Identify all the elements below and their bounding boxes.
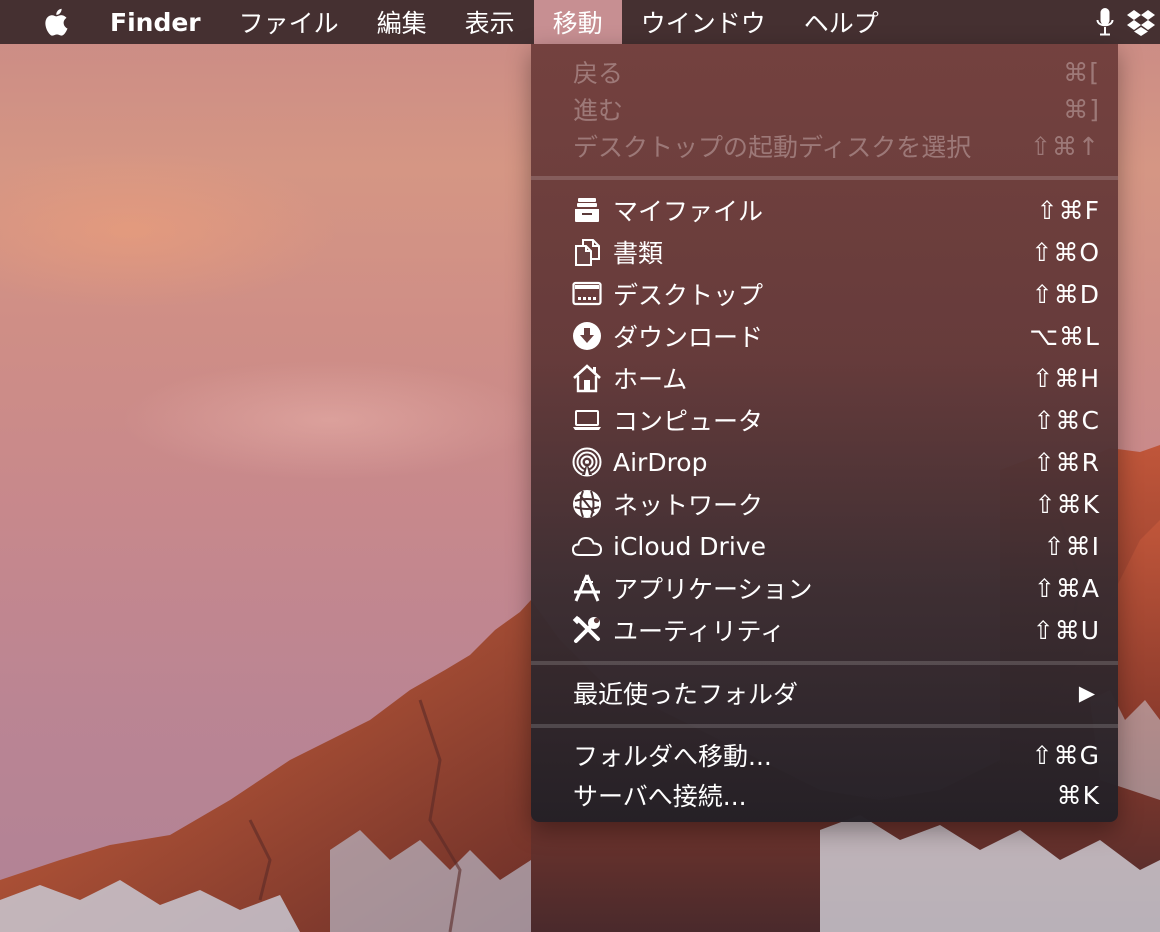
menu-item-label: 戻る	[573, 59, 624, 88]
menu-item-connect-to-server[interactable]: サーバへ接続... ⌘K	[531, 775, 1118, 815]
microphone-icon[interactable]	[1084, 0, 1126, 44]
menu-window[interactable]: ウインドウ	[622, 0, 785, 44]
menu-item-network[interactable]: ネットワーク ⇧⌘K	[531, 484, 1118, 524]
menu-item-shortcut: ⇧⌘H	[1032, 363, 1100, 393]
applications-icon	[571, 573, 603, 603]
icloud-icon	[571, 531, 603, 561]
menu-item-shortcut: ⇧⌘F	[1036, 195, 1100, 225]
menu-item-shortcut: ⇧⌘↑	[1030, 131, 1100, 161]
menu-item-go-to-folder[interactable]: フォルダへ移動... ⇧⌘G	[531, 735, 1118, 775]
home-icon	[571, 363, 603, 393]
menu-item-label: 進む	[573, 96, 624, 125]
menu-separator	[531, 724, 1118, 728]
menu-item-home[interactable]: ホーム ⇧⌘H	[531, 358, 1118, 398]
menu-item-recent-folders[interactable]: 最近使ったフォルダ ▶	[531, 673, 1118, 713]
menu-item-label: 最近使ったフォルダ	[573, 680, 799, 709]
menu-item-label: ユーティリティ	[613, 617, 786, 646]
menu-bar: Finder ファイル 編集 表示 移動 ウインドウ ヘルプ	[0, 0, 1160, 44]
apple-menu-button[interactable]	[0, 0, 110, 44]
menu-item-label: フォルダへ移動...	[573, 742, 772, 771]
downloads-icon	[571, 321, 603, 351]
menu-file[interactable]: ファイル	[220, 0, 358, 44]
menu-item-shortcut: ⇧⌘K	[1034, 489, 1100, 519]
menu-item-icloud-drive[interactable]: iCloud Drive ⇧⌘I	[531, 526, 1118, 566]
menu-item-label: ホーム	[613, 365, 688, 394]
menu-item-label: マイファイル	[613, 197, 764, 226]
menu-item-shortcut: ⇧⌘D	[1031, 279, 1100, 309]
menu-item-shortcut: ⌘K	[1056, 780, 1100, 810]
menu-item-shortcut: ⇧⌘R	[1033, 447, 1100, 477]
menu-item-label: 書類	[613, 239, 664, 268]
menu-item-shortcut: ⇧⌘C	[1033, 405, 1100, 435]
go-menu-dropdown: 戻る ⌘[ 進む ⌘] デスクトップの起動ディスクを選択 ⇧⌘↑ マイファイル …	[531, 44, 1118, 822]
menu-item-label: アプリケーション	[613, 575, 813, 604]
menu-item-label: サーバへ接続...	[573, 782, 747, 811]
menu-item-forward[interactable]: 進む ⌘]	[531, 89, 1118, 129]
menu-item-label: ネットワーク	[613, 491, 764, 520]
all-my-files-icon	[571, 195, 603, 225]
menu-item-shortcut: ⇧⌘A	[1033, 573, 1100, 603]
menu-help[interactable]: ヘルプ	[785, 0, 898, 44]
dropbox-icon[interactable]	[1126, 0, 1160, 44]
menu-item-shortcut: ⇧⌘I	[1043, 531, 1100, 561]
menu-item-shortcut: ⌘[	[1063, 57, 1100, 87]
menu-app-finder[interactable]: Finder	[110, 0, 220, 44]
menu-item-select-startup-disk[interactable]: デスクトップの起動ディスクを選択 ⇧⌘↑	[531, 126, 1118, 166]
menu-item-label: コンピュータ	[613, 407, 764, 436]
menu-edit[interactable]: 編集	[358, 0, 446, 44]
menu-item-back[interactable]: 戻る ⌘[	[531, 52, 1118, 92]
menu-separator	[531, 176, 1118, 180]
menu-item-computer[interactable]: コンピュータ ⇧⌘C	[531, 400, 1118, 440]
menu-item-label: ダウンロード	[613, 323, 764, 352]
menu-item-applications[interactable]: アプリケーション ⇧⌘A	[531, 568, 1118, 608]
status-bar-icons	[1084, 0, 1160, 44]
apple-logo-icon	[45, 8, 68, 36]
submenu-arrow-icon: ▶	[1078, 681, 1096, 705]
menu-item-airdrop[interactable]: AirDrop ⇧⌘R	[531, 442, 1118, 482]
desktop-icon	[571, 279, 603, 309]
menu-item-label: iCloud Drive	[613, 531, 766, 561]
menu-item-shortcut: ⇧⌘G	[1031, 740, 1100, 770]
menu-view[interactable]: 表示	[446, 0, 534, 44]
menu-item-all-my-files[interactable]: マイファイル ⇧⌘F	[531, 190, 1118, 230]
utilities-icon	[571, 615, 603, 645]
menu-item-utilities[interactable]: ユーティリティ ⇧⌘U	[531, 610, 1118, 650]
menu-item-shortcut: ⇧⌘U	[1032, 615, 1100, 645]
computer-icon	[571, 405, 603, 435]
menu-item-label: デスクトップ	[613, 281, 764, 310]
documents-icon	[571, 237, 603, 267]
network-icon	[571, 489, 603, 519]
menu-separator	[531, 661, 1118, 665]
menu-item-shortcut: ⌘]	[1063, 94, 1100, 124]
menu-item-label: AirDrop	[613, 447, 708, 477]
menu-item-label: デスクトップの起動ディスクを選択	[573, 133, 972, 162]
menu-item-shortcut: ⇧⌘O	[1031, 237, 1100, 267]
airdrop-icon	[571, 447, 603, 477]
menu-item-shortcut: ⌥⌘L	[1029, 321, 1100, 351]
menu-item-downloads[interactable]: ダウンロード ⌥⌘L	[531, 316, 1118, 356]
menu-go[interactable]: 移動	[533, 0, 622, 44]
menu-item-desktop[interactable]: デスクトップ ⇧⌘D	[531, 274, 1118, 314]
menu-item-documents[interactable]: 書類 ⇧⌘O	[531, 232, 1118, 272]
